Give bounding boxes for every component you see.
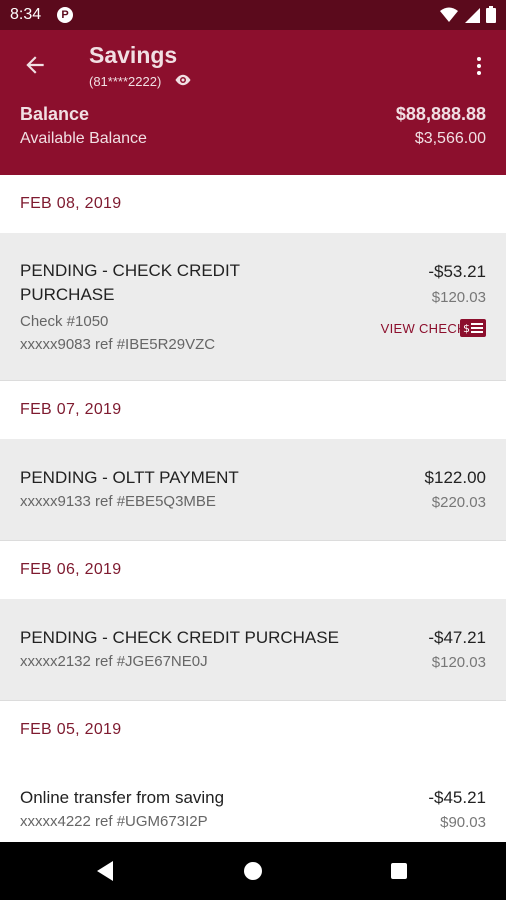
back-arrow-icon[interactable] bbox=[22, 52, 48, 78]
svg-text:$: $ bbox=[463, 322, 470, 335]
check-number: Check #1050 bbox=[20, 313, 109, 330]
page-title: Savings bbox=[89, 42, 178, 68]
status-time: 8:34 bbox=[10, 6, 42, 23]
transaction-name: Online transfer from saving bbox=[20, 788, 225, 807]
wifi-icon bbox=[440, 7, 458, 22]
account-header: Savings (81****2222) Balance $88,888.88 … bbox=[0, 30, 506, 175]
running-balance: $120.03 bbox=[431, 654, 486, 671]
eye-icon[interactable] bbox=[174, 73, 192, 87]
available-balance-label: Available Balance bbox=[20, 130, 147, 147]
nav-home-icon[interactable] bbox=[244, 862, 262, 880]
balance-value: $88,888.88 bbox=[395, 104, 486, 124]
running-balance: $120.03 bbox=[431, 289, 486, 306]
nav-back-icon[interactable] bbox=[95, 860, 115, 882]
transaction-ref: xxxxx9083 ref #IBE5R29VZC bbox=[20, 336, 216, 353]
account-number: (81****2222) bbox=[89, 74, 162, 89]
running-balance: $220.03 bbox=[431, 494, 486, 511]
transaction-amount: -$45.21 bbox=[428, 788, 486, 807]
status-icons bbox=[440, 6, 496, 23]
transaction-row[interactable]: PENDING - OLTT PAYMENT xxxxx9133 ref #EB… bbox=[0, 439, 506, 541]
transaction-row[interactable]: PENDING - CHECK CREDIT PURCHASE xxxxx213… bbox=[0, 599, 506, 701]
transaction-name: PENDING - CHECK CREDIT PURCHASE bbox=[20, 628, 339, 647]
transaction-ref: xxxxx9133 ref #EBE5Q3MBE bbox=[20, 493, 216, 510]
battery-icon bbox=[486, 6, 496, 23]
transaction-amount: $122.00 bbox=[424, 468, 486, 487]
status-bar: 8:34 P bbox=[0, 0, 506, 30]
check-icon[interactable]: $ bbox=[460, 319, 486, 337]
system-nav-bar bbox=[0, 842, 506, 900]
date-header: FEB 05, 2019 bbox=[0, 701, 506, 759]
date-header: FEB 07, 2019 bbox=[0, 381, 506, 439]
transaction-name: PENDING - OLTT PAYMENT bbox=[20, 468, 239, 487]
date-header: FEB 08, 2019 bbox=[0, 175, 506, 233]
signal-icon bbox=[465, 7, 480, 23]
transaction-amount: -$47.21 bbox=[428, 628, 486, 647]
balance-label: Balance bbox=[20, 104, 90, 124]
running-balance: $90.03 bbox=[440, 814, 486, 831]
transaction-row[interactable]: PENDING - CHECK CREDIT PURCHASE Check #1… bbox=[0, 233, 506, 381]
view-check-link[interactable]: VIEW CHECK bbox=[381, 321, 466, 336]
transaction-amount: -$53.21 bbox=[428, 262, 486, 281]
transaction-name: PENDING - CHECK CREDIT bbox=[20, 261, 241, 280]
available-balance-value: $3,566.00 bbox=[414, 130, 486, 147]
nav-recents-icon[interactable] bbox=[391, 863, 407, 879]
transaction-ref: xxxxx4222 ref #UGM673I2P bbox=[20, 813, 208, 830]
transaction-name-cont: PURCHASE bbox=[20, 285, 115, 304]
date-header: FEB 06, 2019 bbox=[0, 541, 506, 599]
notification-badge-icon: P bbox=[57, 7, 73, 23]
more-vert-icon[interactable] bbox=[472, 54, 486, 78]
transaction-row[interactable]: Online transfer from saving xxxxx4222 re… bbox=[0, 759, 506, 842]
transaction-list[interactable]: FEB 08, 2019 PENDING - CHECK CREDIT PURC… bbox=[0, 175, 506, 842]
transaction-ref: xxxxx2132 ref #JGE67NE0J bbox=[20, 653, 208, 670]
